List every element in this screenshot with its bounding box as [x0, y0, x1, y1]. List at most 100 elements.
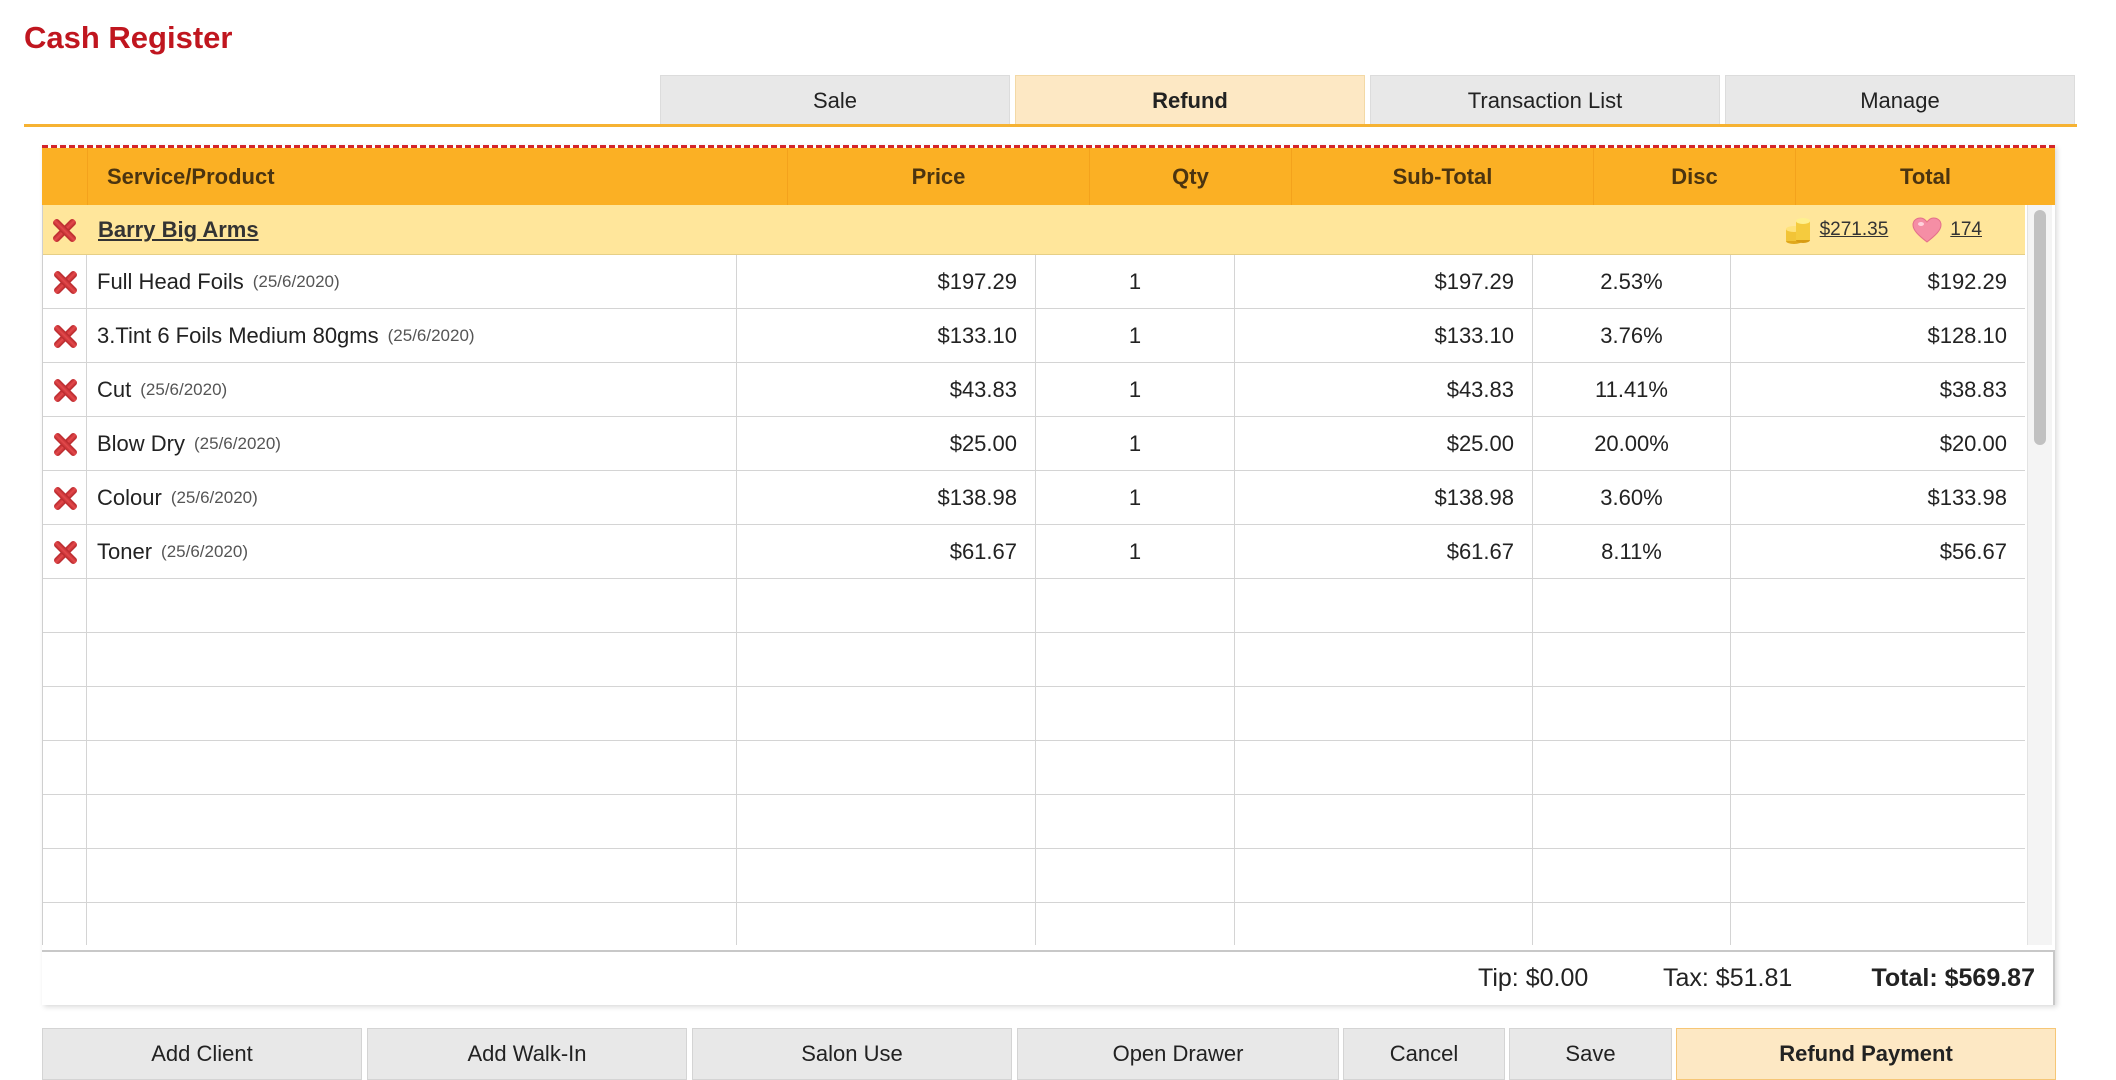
- item-name: 3.Tint 6 Foils Medium 80gms: [97, 323, 379, 348]
- item-disc[interactable]: 3.76%: [1533, 309, 1731, 363]
- item-total: $192.29: [1731, 255, 2025, 309]
- empty-cell: [737, 687, 1036, 741]
- empty-cell: [737, 849, 1036, 903]
- item-qty[interactable]: 1: [1036, 363, 1235, 417]
- empty-row: [43, 903, 2025, 945]
- item-name: Toner: [97, 539, 153, 564]
- remove-x-icon: [50, 537, 80, 567]
- item-subtotal: $43.83: [1235, 363, 1533, 417]
- empty-cell: [737, 633, 1036, 687]
- table-row: Toner (25/6/2020) $61.67 1 $61.67 8.11% $…: [43, 525, 2025, 579]
- empty-cell: [1533, 795, 1731, 849]
- empty-cell: [1731, 849, 2025, 903]
- register-panel: Service/Product Price Qty Sub-Total Disc…: [42, 145, 2055, 1005]
- empty-cell: [1731, 795, 2025, 849]
- empty-cell: [1036, 903, 1235, 945]
- remove-x-icon: [50, 429, 80, 459]
- header-total: Total: [1795, 148, 2055, 205]
- empty-cell: [1533, 687, 1731, 741]
- empty-cell: [737, 579, 1036, 633]
- client-points-link[interactable]: 174: [1950, 219, 1982, 241]
- remove-item-button[interactable]: [43, 417, 87, 471]
- scrollbar-thumb[interactable]: [2034, 210, 2046, 445]
- item-disc[interactable]: 11.41%: [1533, 363, 1731, 417]
- item-price[interactable]: $43.83: [737, 363, 1036, 417]
- remove-item-button[interactable]: [43, 471, 87, 525]
- empty-cell: [1235, 579, 1533, 633]
- item-subtotal: $25.00: [1235, 417, 1533, 471]
- item-disc[interactable]: 20.00%: [1533, 417, 1731, 471]
- item-name-cell[interactable]: Cut (25/6/2020): [87, 363, 737, 417]
- item-disc[interactable]: 2.53%: [1533, 255, 1731, 309]
- tab-transaction-list[interactable]: Transaction List: [1370, 75, 1720, 125]
- empty-cell: [87, 795, 737, 849]
- item-qty[interactable]: 1: [1036, 471, 1235, 525]
- remove-client-button[interactable]: [49, 215, 79, 250]
- item-qty[interactable]: 1: [1036, 309, 1235, 363]
- item-total: $56.67: [1731, 525, 2025, 579]
- save-button[interactable]: Save: [1509, 1028, 1672, 1080]
- client-balance-link[interactable]: $271.35: [1820, 219, 1889, 241]
- remove-x-icon: [50, 375, 80, 405]
- empty-cell: [737, 741, 1036, 795]
- item-name-cell[interactable]: Full Head Foils (25/6/2020): [87, 255, 737, 309]
- line-items-table: Barry Big Arms $271.35 174 Full Head Foi…: [42, 205, 2025, 945]
- remove-item-button[interactable]: [43, 309, 87, 363]
- refund-payment-button[interactable]: Refund Payment: [1676, 1028, 2056, 1080]
- remove-item-button[interactable]: [43, 255, 87, 309]
- empty-cell: [43, 741, 87, 795]
- item-date: (25/6/2020): [161, 542, 248, 561]
- tab-refund[interactable]: Refund: [1015, 75, 1365, 125]
- item-price[interactable]: $138.98: [737, 471, 1036, 525]
- item-date: (25/6/2020): [252, 272, 340, 291]
- item-name-cell[interactable]: Toner (25/6/2020): [87, 525, 737, 579]
- item-name-cell[interactable]: Colour (25/6/2020): [87, 471, 737, 525]
- empty-cell: [1731, 903, 2025, 945]
- item-subtotal: $61.67: [1235, 525, 1533, 579]
- salon-use-button[interactable]: Salon Use: [692, 1028, 1012, 1080]
- empty-cell: [1533, 633, 1731, 687]
- item-total: $38.83: [1731, 363, 2025, 417]
- header-remove-column: [42, 148, 87, 205]
- item-subtotal: $197.29: [1235, 255, 1533, 309]
- empty-cell: [1533, 903, 1731, 945]
- item-price[interactable]: $133.10: [737, 309, 1036, 363]
- item-name-cell[interactable]: 3.Tint 6 Foils Medium 80gms (25/6/2020): [87, 309, 737, 363]
- tab-sale[interactable]: Sale: [660, 75, 1010, 125]
- add-client-button[interactable]: Add Client: [42, 1028, 362, 1080]
- client-meta: $271.35 174: [1784, 205, 1982, 255]
- empty-row: [43, 579, 2025, 633]
- table-scrollbar[interactable]: [2027, 205, 2052, 945]
- add-walk-in-button[interactable]: Add Walk-In: [367, 1028, 687, 1080]
- item-date: (25/6/2020): [194, 434, 281, 453]
- item-qty[interactable]: 1: [1036, 417, 1235, 471]
- empty-cell: [87, 903, 737, 945]
- totals-bar: Tip: $0.00 Tax: $51.81 Total: $569.87: [42, 950, 2055, 1005]
- item-disc[interactable]: 3.60%: [1533, 471, 1731, 525]
- item-qty[interactable]: 1: [1036, 525, 1235, 579]
- item-qty[interactable]: 1: [1036, 255, 1235, 309]
- client-name-link[interactable]: Barry Big Arms: [98, 205, 259, 255]
- empty-cell: [1235, 903, 1533, 945]
- item-name-cell[interactable]: Blow Dry (25/6/2020): [87, 417, 737, 471]
- empty-cell: [1731, 741, 2025, 795]
- item-price[interactable]: $25.00: [737, 417, 1036, 471]
- empty-cell: [87, 633, 737, 687]
- tip-amount[interactable]: Tip: $0.00: [1478, 952, 1588, 1005]
- header-disc: Disc: [1593, 148, 1795, 205]
- coins-icon: [1785, 218, 1810, 244]
- remove-x-icon: [49, 215, 79, 245]
- empty-cell: [1235, 687, 1533, 741]
- remove-item-button[interactable]: [43, 363, 87, 417]
- open-drawer-button[interactable]: Open Drawer: [1017, 1028, 1339, 1080]
- item-price[interactable]: $61.67: [737, 525, 1036, 579]
- item-price[interactable]: $197.29: [737, 255, 1036, 309]
- tab-manage[interactable]: Manage: [1725, 75, 2075, 125]
- tax-amount: Tax: $51.81: [1663, 964, 1793, 992]
- cancel-button[interactable]: Cancel: [1343, 1028, 1505, 1080]
- empty-cell: [1533, 579, 1731, 633]
- remove-item-button[interactable]: [43, 525, 87, 579]
- item-name: Colour: [97, 485, 162, 510]
- table-row: Colour (25/6/2020) $138.98 1 $138.98 3.60…: [43, 471, 2025, 525]
- item-disc[interactable]: 8.11%: [1533, 525, 1731, 579]
